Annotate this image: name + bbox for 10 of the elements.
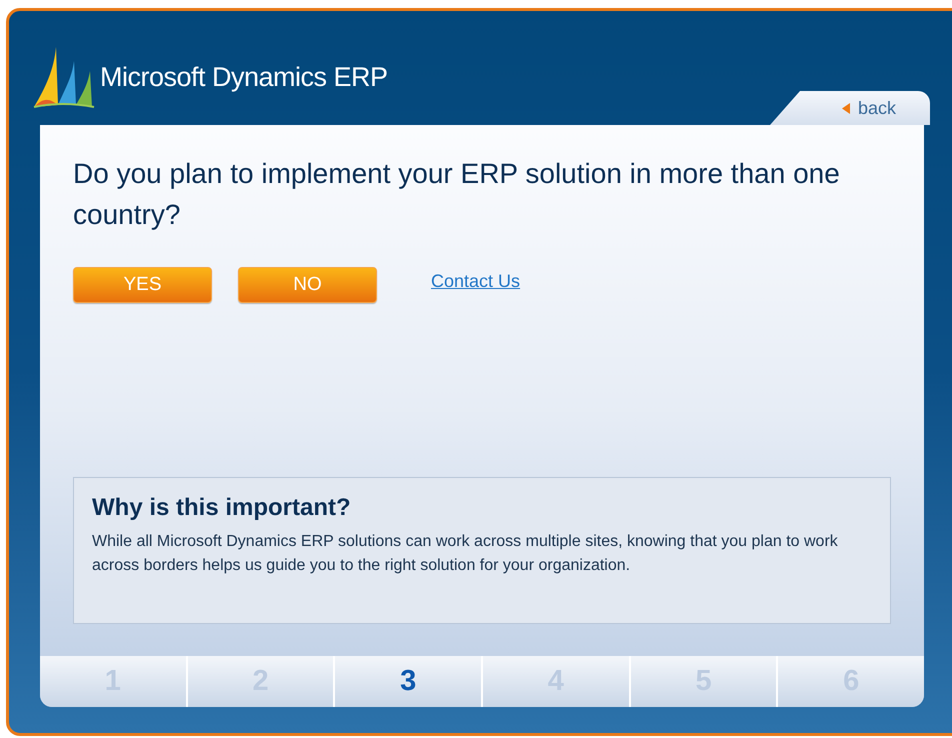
info-text: While all Microsoft Dynamics ERP solutions can work across multiple sites, knowing that you plan to work across borders helps us guide you to the right solution for your organization. — [92, 532, 839, 576]
answer-button[interactable]: YES — [73, 267, 212, 303]
question-text: Do you plan to implement your ERP solution in more than one country? — [73, 157, 841, 232]
answer-button[interactable]: NO — [238, 267, 377, 303]
back-tab[interactable]: back — [770, 91, 930, 125]
info-title: Why is this important? — [92, 493, 352, 523]
caret-icon — [842, 102, 850, 114]
contact-link[interactable]: Contact Us — [431, 268, 520, 294]
step-tab[interactable]: 3 — [333, 656, 482, 707]
logo-text: Microsoft Dynamics ERP — [100, 60, 388, 94]
